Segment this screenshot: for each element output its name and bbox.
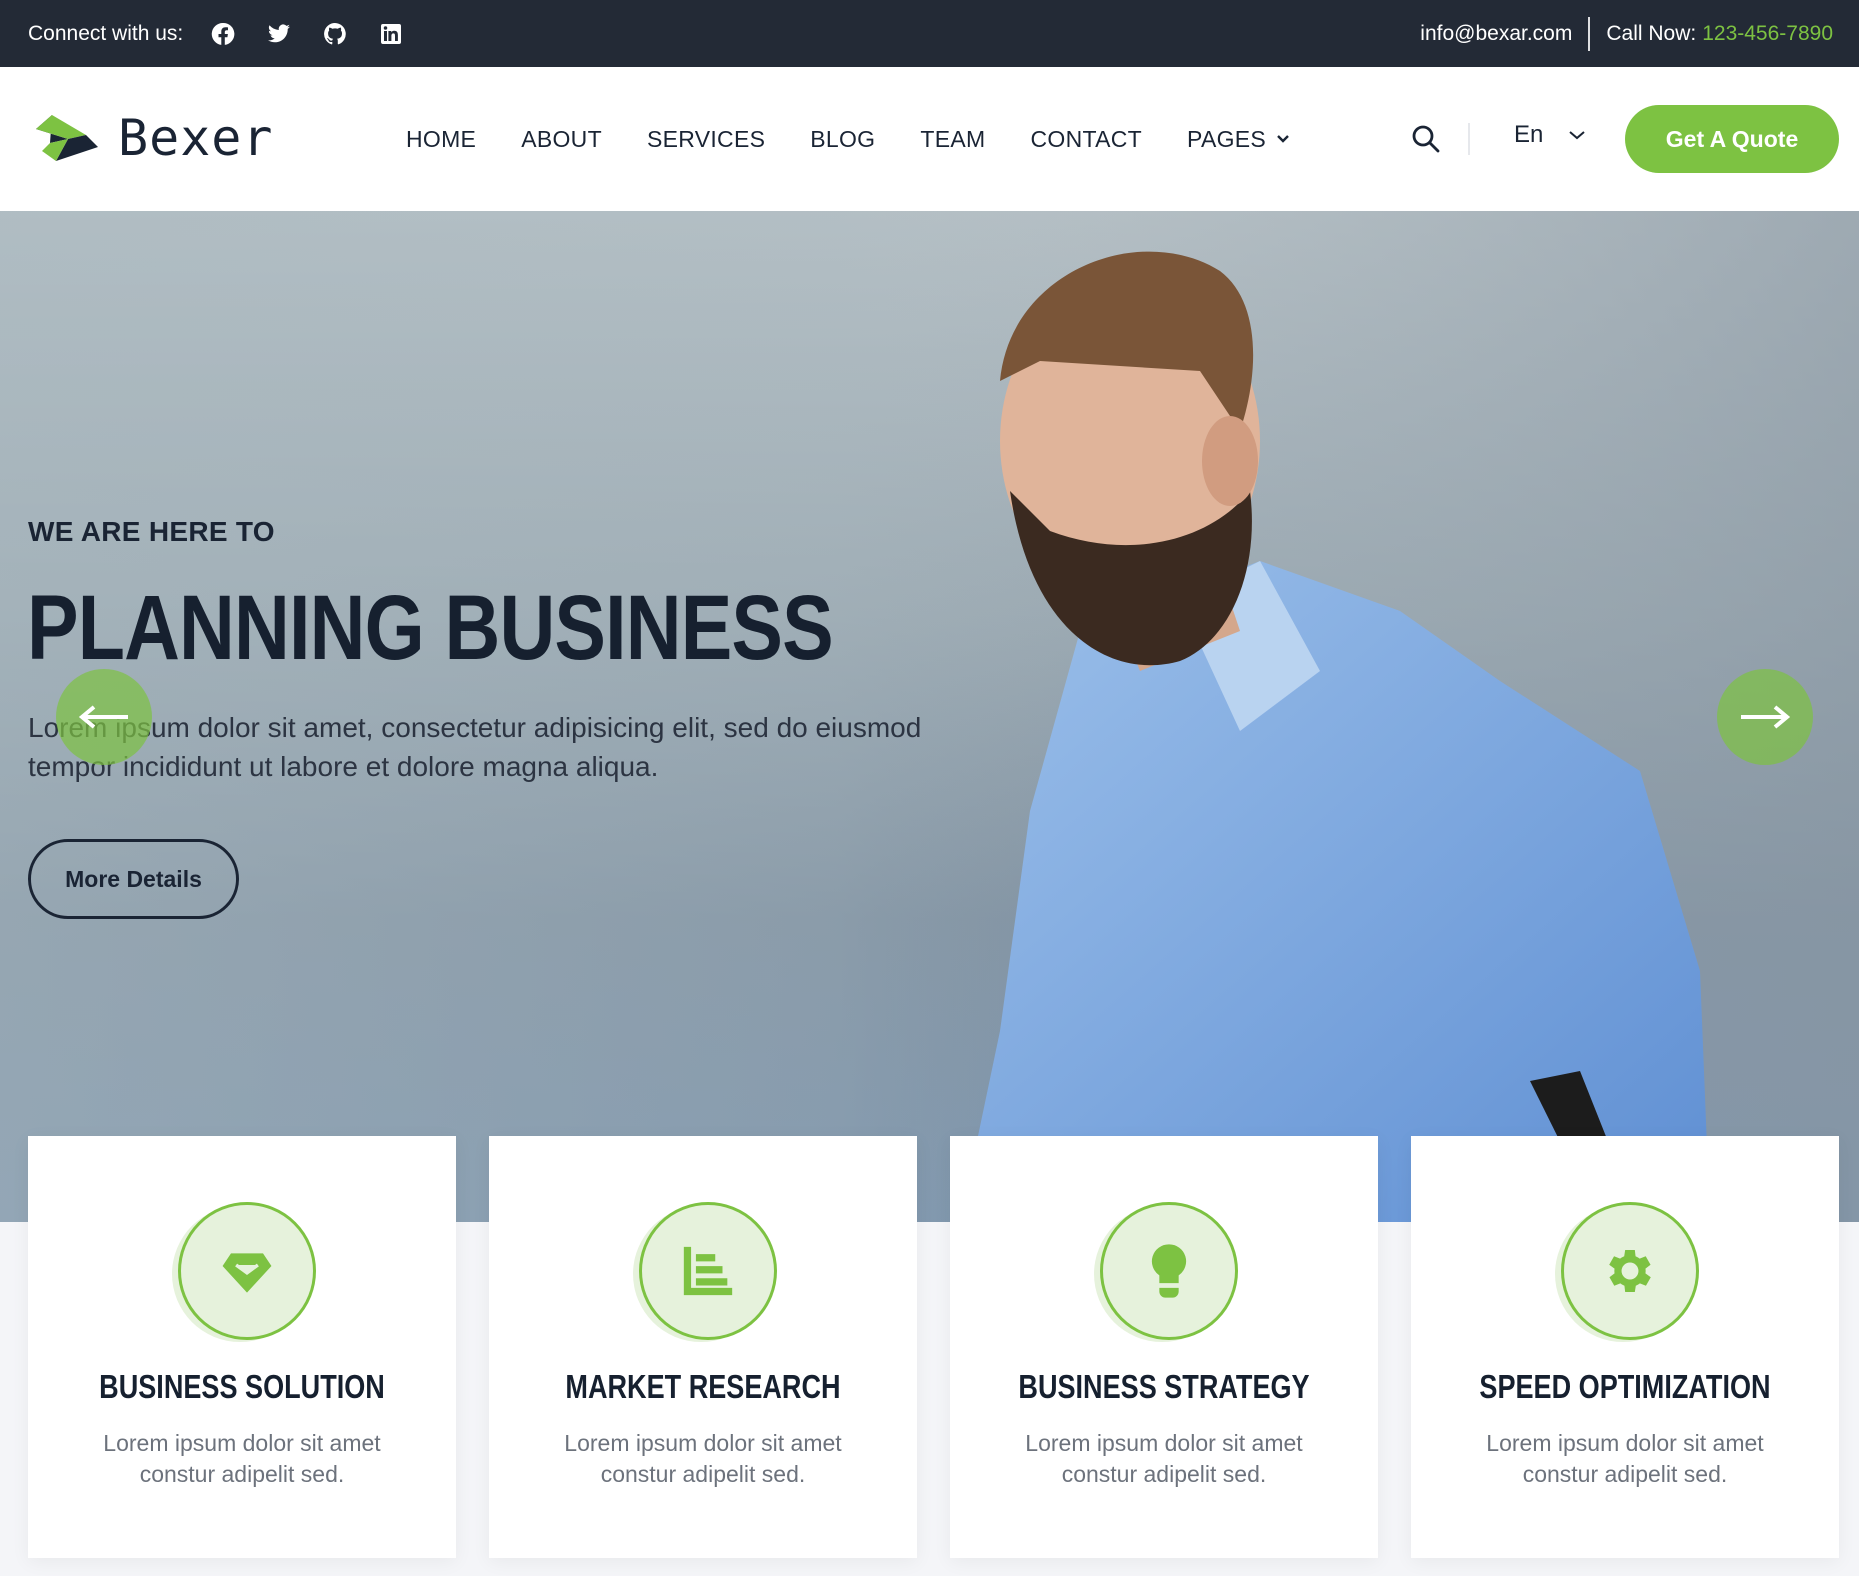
more-details-button[interactable]: More Details	[28, 839, 239, 919]
nav-about[interactable]: ABOUT	[521, 126, 602, 153]
feature-title: SPEED OPTIMIZATION	[1479, 1368, 1771, 1405]
arrow-right-icon	[1741, 705, 1791, 729]
feature-card[interactable]: BUSINESS STRATEGY Lorem ipsum dolor sit …	[950, 1136, 1378, 1558]
chevron-down-icon	[1277, 135, 1289, 143]
contact-info: info@bexar.com Call Now: 123-456-7890	[1420, 0, 1833, 67]
slider-prev-button[interactable]	[56, 669, 152, 765]
nav-home[interactable]: HOME	[406, 126, 476, 153]
main-header: Bexer HOME ABOUT SERVICES BLOG TEAM CONT…	[0, 67, 1859, 211]
top-bar: Connect with us: info@bexar.com Call Now…	[0, 0, 1859, 67]
hero-title: PLANNING BUSINESS	[27, 577, 834, 679]
lightbulb-icon	[1100, 1202, 1238, 1340]
feature-cards: BUSINESS SOLUTION Lorem ipsum dolor sit …	[28, 1136, 1839, 1558]
phone-link[interactable]: 123-456-7890	[1702, 22, 1833, 46]
logo-text: Bexer	[118, 109, 274, 167]
twitter-icon[interactable]	[265, 20, 293, 48]
feature-icon-wrap	[172, 1202, 316, 1344]
divider	[1588, 16, 1591, 51]
nav-services[interactable]: SERVICES	[647, 126, 765, 153]
main-nav: HOME ABOUT SERVICES BLOG TEAM CONTACT PA…	[406, 67, 1335, 211]
hero-kicker: WE ARE HERE TO	[28, 516, 275, 547]
nav-blog[interactable]: BLOG	[810, 126, 875, 153]
gear-icon	[1561, 1202, 1699, 1340]
call-label: Call Now:	[1606, 21, 1697, 45]
hero-description: Lorem ipsum dolor sit amet, consectetur …	[28, 712, 922, 782]
search-icon[interactable]	[1410, 123, 1442, 155]
logo-icon	[36, 115, 98, 161]
feature-text: Lorem ipsum dolor sit amet constur adipe…	[103, 1430, 381, 1487]
hero-image	[880, 211, 1859, 1222]
nav-contact[interactable]: CONTACT	[1030, 126, 1142, 153]
feature-text: Lorem ipsum dolor sit amet constur adipe…	[1486, 1430, 1764, 1487]
feature-card[interactable]: MARKET RESEARCH Lorem ipsum dolor sit am…	[489, 1136, 917, 1558]
nav-team[interactable]: TEAM	[920, 126, 985, 153]
nav-pages-label: PAGES	[1187, 125, 1267, 152]
social-links: Connect with us:	[28, 0, 419, 67]
feature-title: BUSINESS SOLUTION	[99, 1368, 385, 1405]
hero-slider: WE ARE HERE TO PLANNING BUSINESS Lorem i…	[0, 211, 1859, 1222]
logo[interactable]: Bexer	[28, 107, 274, 169]
facebook-icon[interactable]	[209, 20, 237, 48]
nav-pages[interactable]: PAGES	[1187, 126, 1290, 153]
slider-next-button[interactable]	[1717, 669, 1813, 765]
get-quote-button[interactable]: Get A Quote	[1625, 105, 1839, 173]
language-select[interactable]: En	[1514, 121, 1587, 149]
chevron-down-icon	[1569, 131, 1586, 140]
feature-text: Lorem ipsum dolor sit amet constur adipe…	[564, 1430, 842, 1487]
feature-icon-wrap	[1555, 1202, 1699, 1344]
feature-icon-wrap	[633, 1202, 777, 1344]
linkedin-icon[interactable]	[377, 20, 405, 48]
bar-chart-icon	[639, 1202, 777, 1340]
feature-title: BUSINESS STRATEGY	[1018, 1368, 1310, 1405]
feature-card[interactable]: BUSINESS SOLUTION Lorem ipsum dolor sit …	[28, 1136, 456, 1558]
feature-text: Lorem ipsum dolor sit amet constur adipe…	[1025, 1430, 1303, 1487]
email-link[interactable]: info@bexar.com	[1420, 22, 1572, 46]
connect-label: Connect with us:	[28, 21, 184, 45]
feature-card[interactable]: SPEED OPTIMIZATION Lorem ipsum dolor sit…	[1411, 1136, 1839, 1558]
arrow-left-icon	[78, 705, 128, 729]
header-divider	[1468, 123, 1470, 155]
language-value: En	[1514, 121, 1544, 148]
github-icon[interactable]	[321, 20, 349, 48]
feature-icon-wrap	[1094, 1202, 1238, 1344]
feature-title: MARKET RESEARCH	[565, 1368, 841, 1405]
diamond-icon	[178, 1202, 316, 1340]
